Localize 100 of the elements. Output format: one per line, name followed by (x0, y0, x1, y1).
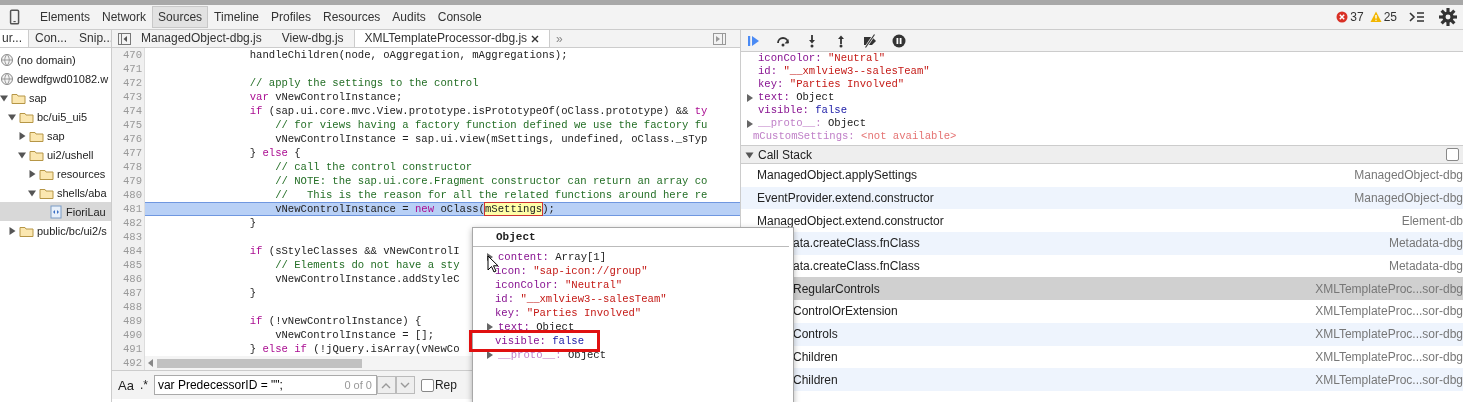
line-number: 478 (112, 160, 145, 174)
panel-tab[interactable]: Sources (152, 6, 209, 28)
panel-tab[interactable]: Elements (34, 6, 97, 28)
pause-icon (892, 33, 906, 48)
settings-icon (1439, 8, 1457, 26)
disclosure-triangle-icon[interactable] (8, 112, 16, 121)
async-checkbox[interactable] (1446, 148, 1459, 161)
code-line: if (sStyleClasses && vNewControlI (248, 244, 460, 258)
tree-item-label[interactable]: bc/ui5_ui5 (37, 110, 88, 123)
tree-item-label[interactable]: sap (29, 91, 47, 104)
warning-icon (1369, 11, 1382, 23)
code-line: // NOTE: the sap.ui.core.Fragment constructor can return an array co (274, 174, 708, 188)
call-frame-location[interactable]: XMLTemplateProc...sor-dbg (1315, 327, 1463, 342)
tree-item-label[interactable]: (no domain) (17, 53, 76, 66)
call-frame-function[interactable]: EventProvider.extend.constructor (741, 191, 934, 206)
navigator-tab[interactable]: Snip... (73, 30, 111, 47)
tree-item-label[interactable]: resources (57, 167, 106, 180)
warning-count: 25 (1383, 10, 1397, 24)
panel-tab[interactable]: Profiles (265, 6, 317, 28)
call-frame-location[interactable]: Element-db (1401, 213, 1463, 228)
error-icon (1336, 11, 1349, 23)
file-tab[interactable]: XMLTemplateProcessor-dbg.js (353, 30, 551, 47)
expand-triangle-icon[interactable] (745, 93, 754, 102)
code-line: } (248, 216, 257, 230)
call-frame-function[interactable]: ManagedObject.applySettings (741, 168, 918, 183)
replace-checkbox[interactable] (420, 378, 434, 392)
section-title[interactable]: Call Stack (758, 147, 813, 162)
match-case-toggle[interactable]: Aa (118, 377, 134, 393)
chevron-down-icon (400, 381, 411, 389)
match-count: 0 of 0 (344, 379, 372, 391)
tree-item-label[interactable]: dewdfgwd01082.w (17, 72, 109, 85)
panel-tab[interactable]: Network (96, 6, 153, 28)
disclosure-triangle-icon[interactable] (8, 226, 16, 235)
replace-label: Rep (434, 378, 457, 392)
line-number: 490 (112, 328, 145, 342)
code-line: if (sap.ui.core.mvc.View.prototype.isPrototypeOf(oClass.prototype) && ty (248, 104, 708, 118)
code-line: // for views having a factory function defined we use the factory fu (274, 118, 708, 132)
property-entry: __proto__: Object (758, 117, 867, 130)
code-line: } else if (!jQuery.isArray(vNewCo (248, 342, 460, 356)
tree-item-label[interactable]: public/bc/ui2/s (37, 224, 107, 237)
line-number: 475 (112, 118, 145, 132)
call-frame-location[interactable]: Metadata-dbg (1388, 236, 1463, 251)
call-frame-location[interactable]: ManagedObject-dbg (1354, 168, 1463, 183)
code-line: // This is the reason for all the related functions around here re (274, 188, 708, 202)
property-entry: iconColor: "Neutral" (495, 278, 623, 292)
expand-triangle-icon[interactable] (485, 323, 494, 331)
disclosure-triangle-icon[interactable] (0, 93, 8, 102)
property-entry: mCustomSettings: <not available> (753, 130, 957, 143)
code-line: } else { (248, 146, 301, 160)
file-tab[interactable]: ManagedObject-dbg.js (131, 30, 272, 47)
sidebar-toggle-icon (118, 32, 131, 45)
call-frame-function[interactable]: ManagedObject.extend.constructor (741, 213, 944, 228)
disclosure-triangle-icon[interactable] (18, 131, 26, 140)
navigator-tab[interactable]: ur... (0, 30, 29, 47)
expand-triangle-icon[interactable] (745, 119, 754, 128)
property-entry: key: "Parties Involved" (758, 78, 905, 91)
property-entry: key: "Parties Involved" (495, 306, 642, 320)
file-tab[interactable]: View-dbg.js (271, 30, 354, 47)
panel-tab[interactable]: Console (431, 6, 488, 28)
code-line: vNewControlInstance = sap.ui.view(mSettings, undefined, oClass._sTyp (274, 132, 708, 146)
code-line: vNewControlInstance.addStyleC (274, 272, 460, 286)
navigator-tab[interactable]: Con... (29, 30, 74, 47)
tree-item-label[interactable]: sap (47, 129, 65, 142)
call-frame-location[interactable]: XMLTemplateProc...sor-dbg (1315, 372, 1463, 387)
chevron-up-icon (381, 381, 392, 389)
property-entry: icon: "sap-icon://group" (495, 264, 648, 278)
panel-tab[interactable]: Timeline (208, 6, 265, 28)
close-icon[interactable] (531, 34, 540, 43)
regex-toggle[interactable]: .* (139, 378, 148, 392)
code-line: // apply the settings to the control (248, 76, 479, 90)
popover-title: Object (496, 231, 536, 243)
call-frame-location[interactable]: XMLTemplateProc...sor-dbg (1315, 304, 1463, 319)
tree-item-label[interactable]: shells/aba (57, 186, 107, 199)
disclosure-triangle-icon[interactable] (18, 150, 26, 159)
expand-triangle-icon[interactable] (485, 351, 494, 359)
panel-tab[interactable]: Audits (386, 6, 432, 28)
script-file-icon (49, 204, 63, 219)
panel-tab[interactable]: Resources (317, 6, 387, 28)
property-entry: text: Object (498, 320, 575, 334)
property-entry: id: "__xmlview3--salesTeam" (495, 292, 667, 306)
line-number: 486 (112, 272, 145, 286)
call-frame-location[interactable]: Metadata-dbg (1388, 259, 1463, 274)
call-frame-location[interactable]: ManagedObject-dbg (1354, 191, 1463, 206)
line-number: 491 (112, 342, 145, 356)
disclosure-triangle-icon[interactable] (28, 188, 36, 197)
scroll-left-icon[interactable] (148, 359, 154, 367)
code-line: vNewControlInstance = []; (274, 328, 435, 342)
collapse-triangle-icon[interactable] (745, 150, 754, 159)
line-number: 474 (112, 104, 145, 118)
code-line: // Elements do not have a sty (274, 258, 460, 272)
tree-item-label[interactable]: ui2/ushell (47, 148, 94, 161)
resume-icon (747, 33, 761, 48)
call-frame-location[interactable]: XMLTemplateProc...sor-dbg (1315, 349, 1463, 364)
drawer-toggle-icon (1409, 10, 1425, 24)
property-entry: visible: false (495, 334, 584, 348)
disclosure-triangle-icon[interactable] (28, 169, 36, 178)
code-line: var vNewControlInstance; (248, 90, 403, 104)
line-number: 470 (112, 48, 145, 62)
line-number: 481 (112, 202, 145, 216)
property-entry: text: Object (758, 91, 835, 104)
